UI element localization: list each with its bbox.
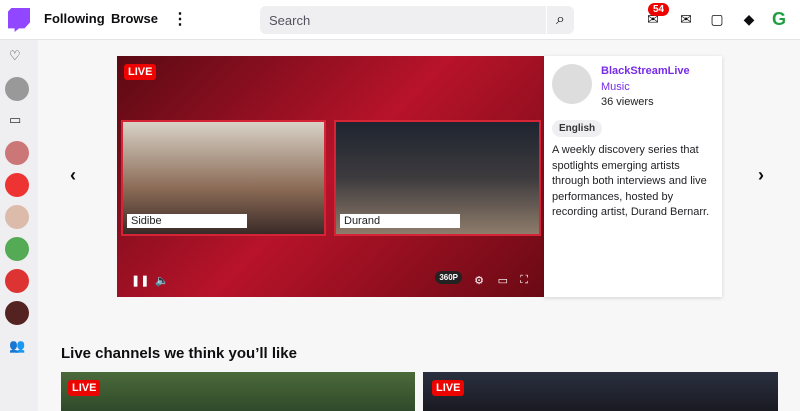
camera-feed: Sidibe [121, 120, 326, 236]
theatre-mode-icon[interactable]: ▭ [498, 274, 508, 287]
live-badge: LIVE [124, 64, 157, 80]
fullscreen-icon[interactable]: ⛶ [520, 274, 528, 287]
recommended-users-icon[interactable]: 👥 [9, 338, 25, 354]
stream-description: A weekly discovery series that spotlight… [552, 144, 710, 218]
live-badge: LIVE [432, 380, 465, 396]
top-nav: Following Browse ⋮ Search ⌕ ✉ 54 ✉ ▢ ◆ G [0, 0, 800, 40]
search-icon: ⌕ [556, 11, 565, 28]
viewer-count: 36 viewers [601, 96, 654, 108]
pause-icon[interactable]: ❚❚ [131, 274, 149, 287]
section-title: Live channels we think you’ll like [61, 345, 297, 362]
browse-link[interactable]: Browse [111, 11, 158, 26]
more-vertical-icon[interactable]: ⋮ [172, 9, 188, 29]
search-button[interactable]: ⌕ [546, 6, 574, 34]
live-badge: LIVE [68, 380, 101, 396]
following-link[interactable]: Following [44, 11, 105, 26]
channel-avatar[interactable] [552, 64, 592, 104]
host-name: Durand [340, 214, 460, 228]
channel-category[interactable]: Music [601, 81, 630, 93]
channel-name[interactable]: BlackStreamLive [601, 65, 690, 77]
inbox-icon[interactable]: ✉ [677, 11, 695, 28]
volume-icon[interactable]: 🔈 [155, 274, 169, 287]
featured-video-player[interactable]: LIVE Sidibe Durand ❚❚ 🔈 360P ⚙ ▭ ⛶ [117, 56, 544, 297]
channel-avatar[interactable] [5, 141, 29, 165]
search-input[interactable]: Search [260, 6, 546, 34]
channel-avatar[interactable] [5, 237, 29, 261]
channel-card[interactable]: LIVE [61, 372, 415, 411]
channel-avatar[interactable] [5, 205, 29, 229]
channel-info-panel: BlackStreamLive Music 36 viewers English… [544, 56, 722, 297]
carousel-prev-icon[interactable]: ‹ [70, 165, 76, 186]
user-avatar[interactable]: G [772, 9, 794, 31]
channel-avatar[interactable] [5, 301, 29, 325]
video-icon[interactable]: ▭ [9, 112, 21, 128]
camera-feed: Durand [334, 120, 541, 236]
bits-icon[interactable]: ◆ [740, 11, 758, 28]
twitch-logo[interactable] [8, 8, 30, 32]
channel-avatar[interactable] [5, 173, 29, 197]
channel-card[interactable]: LIVE [423, 372, 778, 411]
guest-name: Sidibe [127, 214, 247, 228]
notification-badge: 54 [648, 3, 670, 16]
quality-badge[interactable]: 360P [435, 271, 462, 284]
whispers-icon[interactable]: ▢ [708, 11, 726, 28]
carousel-next-icon[interactable]: › [758, 165, 764, 186]
settings-icon[interactable]: ⚙ [474, 274, 484, 287]
language-tag[interactable]: English [552, 120, 603, 137]
channel-avatar[interactable] [5, 269, 29, 293]
heart-icon[interactable]: ♡ [9, 48, 21, 64]
channel-avatar[interactable] [5, 77, 29, 101]
sidebar: ♡ ▭ 👥 [0, 40, 38, 411]
